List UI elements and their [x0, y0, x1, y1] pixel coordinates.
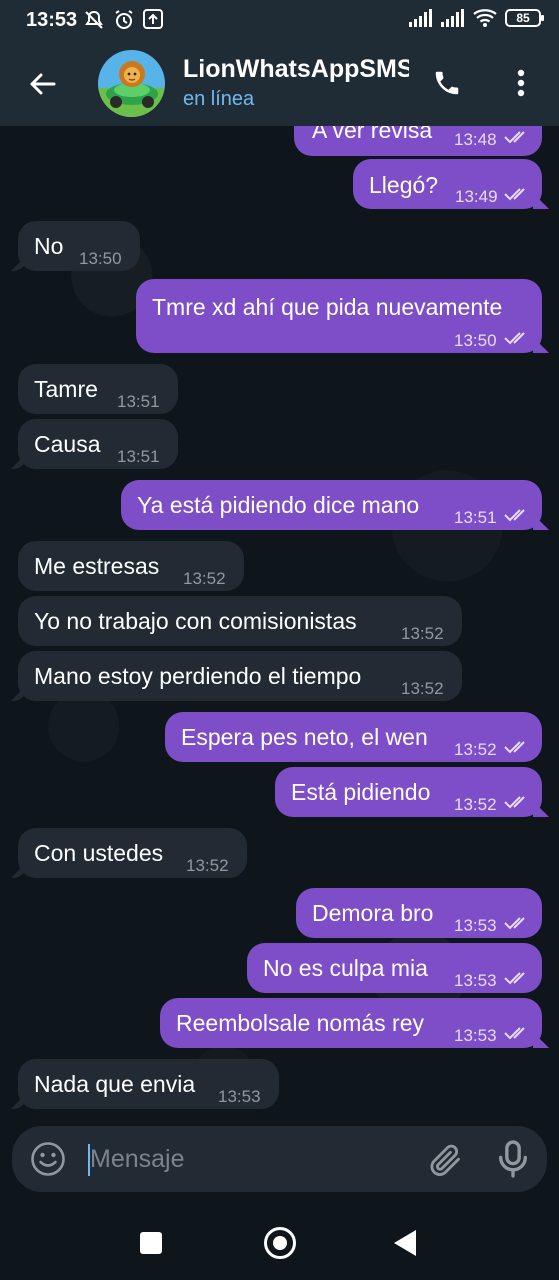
message-text: Me estresas — [34, 553, 160, 579]
message-time: 13:51 — [117, 392, 160, 411]
message-outgoing[interactable]: Ya está pidiendo dice mano 13:51 — [121, 480, 542, 530]
double-check-icon — [504, 1027, 525, 1040]
double-check-icon — [504, 917, 525, 930]
message-time: 13:52 — [183, 569, 226, 588]
message-time: 13:52 — [454, 795, 497, 814]
message-incoming[interactable]: Mano estoy perdiendo el tiempo 13:52 — [18, 651, 462, 701]
signal-icon — [441, 9, 464, 27]
message-text: Ya está pidiendo dice mano — [137, 492, 420, 518]
message-text: Está pidiendo — [291, 779, 431, 805]
double-check-icon — [504, 741, 525, 754]
message-text: Nada que envia — [34, 1071, 196, 1097]
message-incoming[interactable]: Me estresas 13:52 — [18, 541, 244, 591]
signal-icon — [409, 9, 432, 27]
status-time: 13:53 — [26, 9, 78, 31]
message-time: 13:52 — [401, 679, 444, 698]
chat-header: LionWhatsAppSMS en línea — [0, 42, 559, 126]
message-incoming[interactable]: Yo no trabajo con comisionistas 13:52 — [18, 596, 462, 646]
lion-car-avatar-icon — [98, 50, 165, 117]
message-text: Espera pes neto, el wen — [181, 724, 428, 750]
message-incoming[interactable]: Con ustedes 13:52 — [18, 828, 247, 878]
message-time: 13:52 — [401, 624, 444, 643]
double-check-icon — [504, 332, 525, 345]
back-arrow-icon — [30, 73, 56, 95]
message-text: Yo no trabajo con comisionistas — [34, 608, 357, 634]
message-text: Causa — [34, 431, 101, 457]
phone-icon — [435, 71, 459, 95]
wifi-icon — [473, 9, 497, 27]
message-incoming[interactable]: Tamre 13:51 — [18, 364, 178, 414]
message-text: Demora bro — [312, 900, 434, 926]
message-time: 13:50 — [454, 331, 497, 350]
avatar[interactable] — [98, 50, 165, 117]
message-outgoing[interactable]: Demora bro 13:53 — [296, 888, 542, 938]
message-incoming[interactable]: No 13:50 — [18, 221, 140, 271]
message-outgoing[interactable]: Tmre xd ahí que pida nuevamente 13:50 — [136, 279, 542, 353]
message-text: Reembolsale nomás rey — [176, 1010, 425, 1036]
message-time: 13:51 — [454, 508, 497, 527]
back-icon[interactable] — [394, 1230, 416, 1256]
emoji-icon — [31, 1142, 65, 1176]
more-options-button[interactable] — [504, 64, 538, 102]
microphone-icon — [499, 1140, 527, 1178]
call-button[interactable] — [428, 64, 466, 102]
double-check-icon — [504, 509, 525, 522]
message-time: 13:48 — [454, 130, 497, 149]
voice-record-button[interactable] — [494, 1139, 532, 1179]
recents-icon[interactable] — [140, 1232, 162, 1254]
system-nav-bar — [0, 1206, 559, 1280]
double-check-icon — [504, 796, 525, 809]
contact-status: en línea — [183, 88, 255, 110]
mute-icon — [85, 10, 103, 29]
message-time: 13:53 — [218, 1087, 261, 1106]
attach-icon — [430, 1144, 460, 1176]
double-check-icon — [504, 131, 525, 144]
message-outgoing[interactable]: No es culpa mia 13:53 — [247, 943, 542, 993]
message-time: 13:52 — [454, 740, 497, 759]
message-incoming[interactable]: Nada que envia 13:53 — [18, 1059, 279, 1109]
attach-button[interactable] — [426, 1141, 464, 1179]
message-time: 13:52 — [186, 856, 229, 875]
message-text: No — [34, 233, 64, 259]
back-button[interactable] — [24, 66, 60, 102]
message-text: Tmre xd ahí que pida nuevamente — [152, 294, 503, 320]
message-time: 13:49 — [455, 187, 498, 206]
message-text: Llegó? — [369, 172, 439, 198]
message-outgoing[interactable]: Reembolsale nomás rey 13:53 — [160, 998, 542, 1048]
message-text: A ver revisa — [312, 126, 433, 143]
double-check-icon — [504, 188, 525, 201]
message-outgoing[interactable]: A ver revisa 13:48 — [294, 126, 542, 156]
message-text: Tamre — [34, 376, 98, 402]
contact-name[interactable]: LionWhatsAppSMS — [183, 55, 409, 84]
message-text: Mano estoy perdiendo el tiempo — [34, 663, 362, 689]
message-time: 13:50 — [79, 249, 122, 268]
message-outgoing[interactable]: Espera pes neto, el wen 13:52 — [165, 712, 542, 762]
upload-icon — [143, 9, 163, 29]
message-text: No es culpa mia — [263, 955, 428, 981]
message-time: 13:51 — [117, 447, 160, 466]
status-bar: 13:53 85 — [0, 0, 559, 42]
message-incoming[interactable]: Causa 13:51 — [18, 419, 178, 469]
message-composer — [12, 1126, 547, 1192]
double-check-icon — [504, 972, 525, 985]
message-time: 13:53 — [454, 971, 497, 990]
battery-icon: 85 — [505, 9, 544, 27]
chat-message-list[interactable]: A ver revisa 13:48 Llegó? 13:49 No 13:50… — [0, 126, 559, 1126]
message-outgoing[interactable]: Llegó? 13:49 — [353, 159, 542, 209]
home-icon[interactable] — [264, 1227, 296, 1259]
more-vertical-icon — [517, 69, 525, 97]
message-text: Con ustedes — [34, 840, 164, 866]
message-outgoing[interactable]: Está pidiendo 13:52 — [275, 767, 542, 817]
message-time: 13:53 — [454, 1026, 497, 1045]
message-time: 13:53 — [454, 916, 497, 935]
alarm-icon — [115, 10, 133, 29]
emoji-button[interactable] — [30, 1141, 66, 1177]
message-input[interactable] — [90, 1140, 390, 1178]
